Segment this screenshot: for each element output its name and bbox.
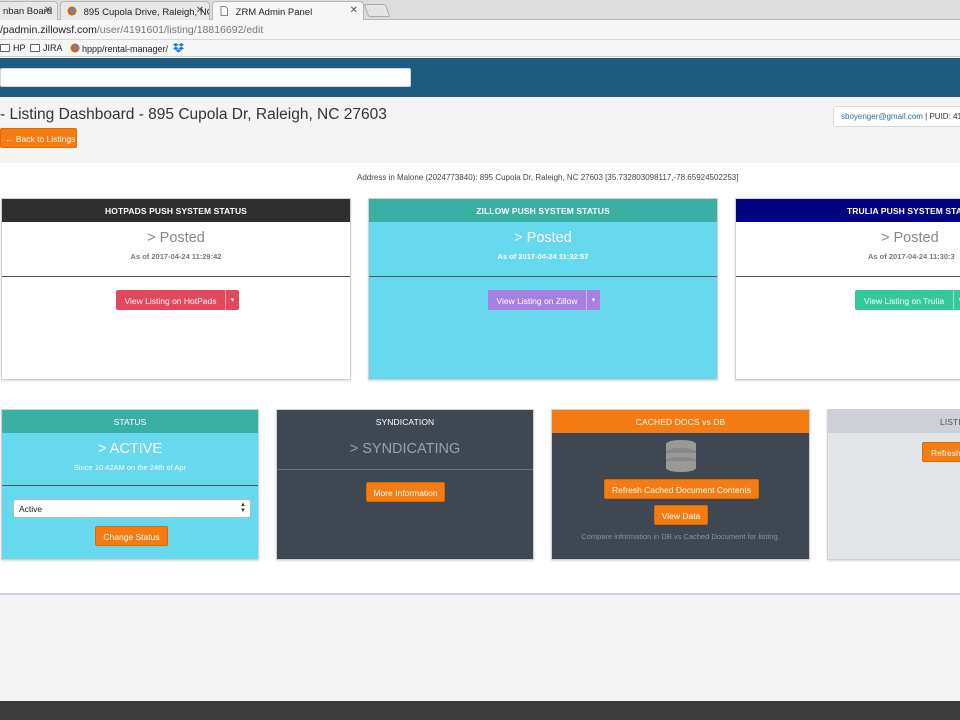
divider: [736, 276, 960, 277]
tab-title: 895 Cupola Drive, Raleigh, NC: [83, 7, 210, 18]
firefox-icon: [67, 6, 77, 16]
split-main[interactable]: View Listing on HotPads: [116, 290, 225, 310]
tab-zrm-admin-panel[interactable]: ZRM Admin Panel ✕: [212, 1, 364, 20]
address-line: Address in Malone (2024773840): 895 Cupo…: [357, 173, 739, 182]
back-to-listings-button[interactable]: ← Back to Listings: [0, 128, 77, 148]
push-timestamp: As of 2017-04-24 11:32:57: [497, 252, 589, 261]
browser-tab-bar: nban Board ✕ 895 Cupola Drive, Raleigh, …: [0, 0, 960, 20]
cached-docs-card: CACHED DOCS vs DB Refresh Cached Documen…: [551, 409, 810, 560]
tab-listing-page[interactable]: 895 Cupola Drive, Raleigh, NC ✕: [60, 1, 210, 20]
bookmarks-bar: HP JIRA hppp/rental-manager/: [0, 40, 960, 57]
user-puid: | PUID: 419: [925, 112, 960, 121]
page-title: - Listing Dashboard - 895 Cupola Dr, Ral…: [0, 106, 387, 123]
user-info: sboyenger@gmail.com | PUID: 419: [833, 106, 960, 127]
url-bar[interactable]: /padmin.zillowsf.com/user/4191601/listin…: [0, 20, 960, 40]
syndication-status: > SYNDICATING: [349, 441, 461, 457]
zillow-push-card: ZILLOW PUSH SYSTEM STATUS > Posted As of…: [368, 198, 718, 380]
new-tab-button[interactable]: [363, 4, 391, 17]
folder-icon: [0, 44, 10, 52]
view-on-trulia-button[interactable]: View Listing on Trulia ▾: [855, 290, 960, 310]
push-timestamp: As of 2017-04-24 11:30:3: [868, 252, 955, 261]
url-host: /padmin.zillowsf.com: [0, 24, 97, 36]
refresh-cached-docs-button[interactable]: Refresh Cached Document Contents: [604, 479, 759, 499]
caret-down-icon[interactable]: ▾: [953, 290, 960, 310]
divider: [277, 469, 533, 470]
cached-note: Compare information in DB vs Cached Docu…: [581, 532, 780, 541]
caret-down-icon[interactable]: ▾: [225, 290, 239, 310]
dropbox-icon[interactable]: [173, 42, 184, 55]
listing-card: LISTI Refresh: [827, 409, 960, 560]
card-title: STATUS: [2, 410, 258, 433]
tab-kanban-board[interactable]: nban Board ✕: [0, 1, 58, 20]
bookmark-jira[interactable]: JIRA: [30, 43, 63, 53]
page: - Listing Dashboard - 895 Cupola Dr, Ral…: [0, 97, 960, 701]
divider: [2, 276, 350, 277]
window-bottom-edge: [0, 701, 960, 720]
push-status: > Posted: [881, 230, 939, 246]
refresh-button[interactable]: Refresh: [922, 442, 960, 462]
url-path: /user/4191601/listing/18816692/edit: [96, 24, 264, 36]
status-card: STATUS > ACTIVE Since 10:42AM on the 24t…: [1, 409, 259, 560]
view-on-zillow-button[interactable]: View Listing on Zillow ▾: [488, 290, 600, 310]
view-on-hotpads-button[interactable]: View Listing on HotPads ▾: [116, 290, 239, 310]
card-title: LISTI: [828, 410, 960, 433]
caret-down-icon[interactable]: ▾: [586, 290, 600, 310]
close-icon[interactable]: ✕: [44, 5, 52, 16]
change-status-button[interactable]: Change Status: [95, 526, 168, 546]
listing-status: > ACTIVE: [97, 441, 163, 457]
bookmark-label: hppp/rental-manager/: [82, 44, 169, 54]
bookmark-hp[interactable]: HP: [0, 43, 26, 53]
bookmark-label: JIRA: [43, 43, 63, 53]
trulia-push-card: TRULIA PUSH SYSTEM STATUS > Posted As of…: [735, 198, 960, 380]
syndication-card: SYNDICATION > SYNDICATING More Informati…: [276, 409, 534, 560]
close-icon[interactable]: ✕: [350, 5, 358, 16]
select-value: Active: [19, 504, 43, 514]
view-data-button[interactable]: View Data: [654, 505, 708, 525]
card-title: SYNDICATION: [277, 410, 533, 433]
push-timestamp: As of 2017-04-24 11:29:42: [130, 252, 222, 261]
back-label: ← Back to Listings: [5, 134, 76, 144]
folder-icon: [30, 44, 40, 52]
tab-title: ZRM Admin Panel: [235, 7, 313, 18]
status-since: Since 10:42AM on the 24th of Apr: [73, 463, 187, 472]
push-status: > Posted: [147, 230, 205, 246]
user-email[interactable]: sboyenger@gmail.com: [841, 112, 923, 121]
select-arrows-icon: ▲ ▼: [240, 502, 246, 514]
split-main[interactable]: View Listing on Zillow: [488, 290, 586, 310]
card-title: ZILLOW PUSH SYSTEM STATUS: [369, 199, 717, 222]
database-icon: [666, 440, 696, 472]
dashboard-content: Address in Malone (2024773840): 895 Cupo…: [0, 163, 960, 593]
more-information-button[interactable]: More Information: [366, 482, 445, 502]
card-title: TRULIA PUSH SYSTEM STATUS: [736, 199, 960, 222]
card-title: CACHED DOCS vs DB: [552, 410, 809, 433]
divider: [2, 485, 258, 486]
site-header: [0, 58, 960, 97]
hotpads-push-card: HOTPADS PUSH SYSTEM STATUS > Posted As o…: [1, 198, 351, 380]
divider: [369, 276, 717, 277]
bookmark-label: HP: [13, 43, 26, 53]
search-input[interactable]: [0, 68, 411, 87]
split-main[interactable]: View Listing on Trulia: [855, 290, 953, 310]
page-icon: [219, 6, 229, 16]
card-title: HOTPADS PUSH SYSTEM STATUS: [2, 199, 350, 222]
close-icon[interactable]: ✕: [196, 5, 204, 16]
status-select[interactable]: Active ▲ ▼: [13, 499, 251, 518]
bookmark-rental-manager[interactable]: hppp/rental-manager/: [70, 43, 168, 54]
firefox-icon: [70, 43, 80, 53]
push-status: > Posted: [514, 230, 572, 246]
divider: [0, 593, 960, 595]
